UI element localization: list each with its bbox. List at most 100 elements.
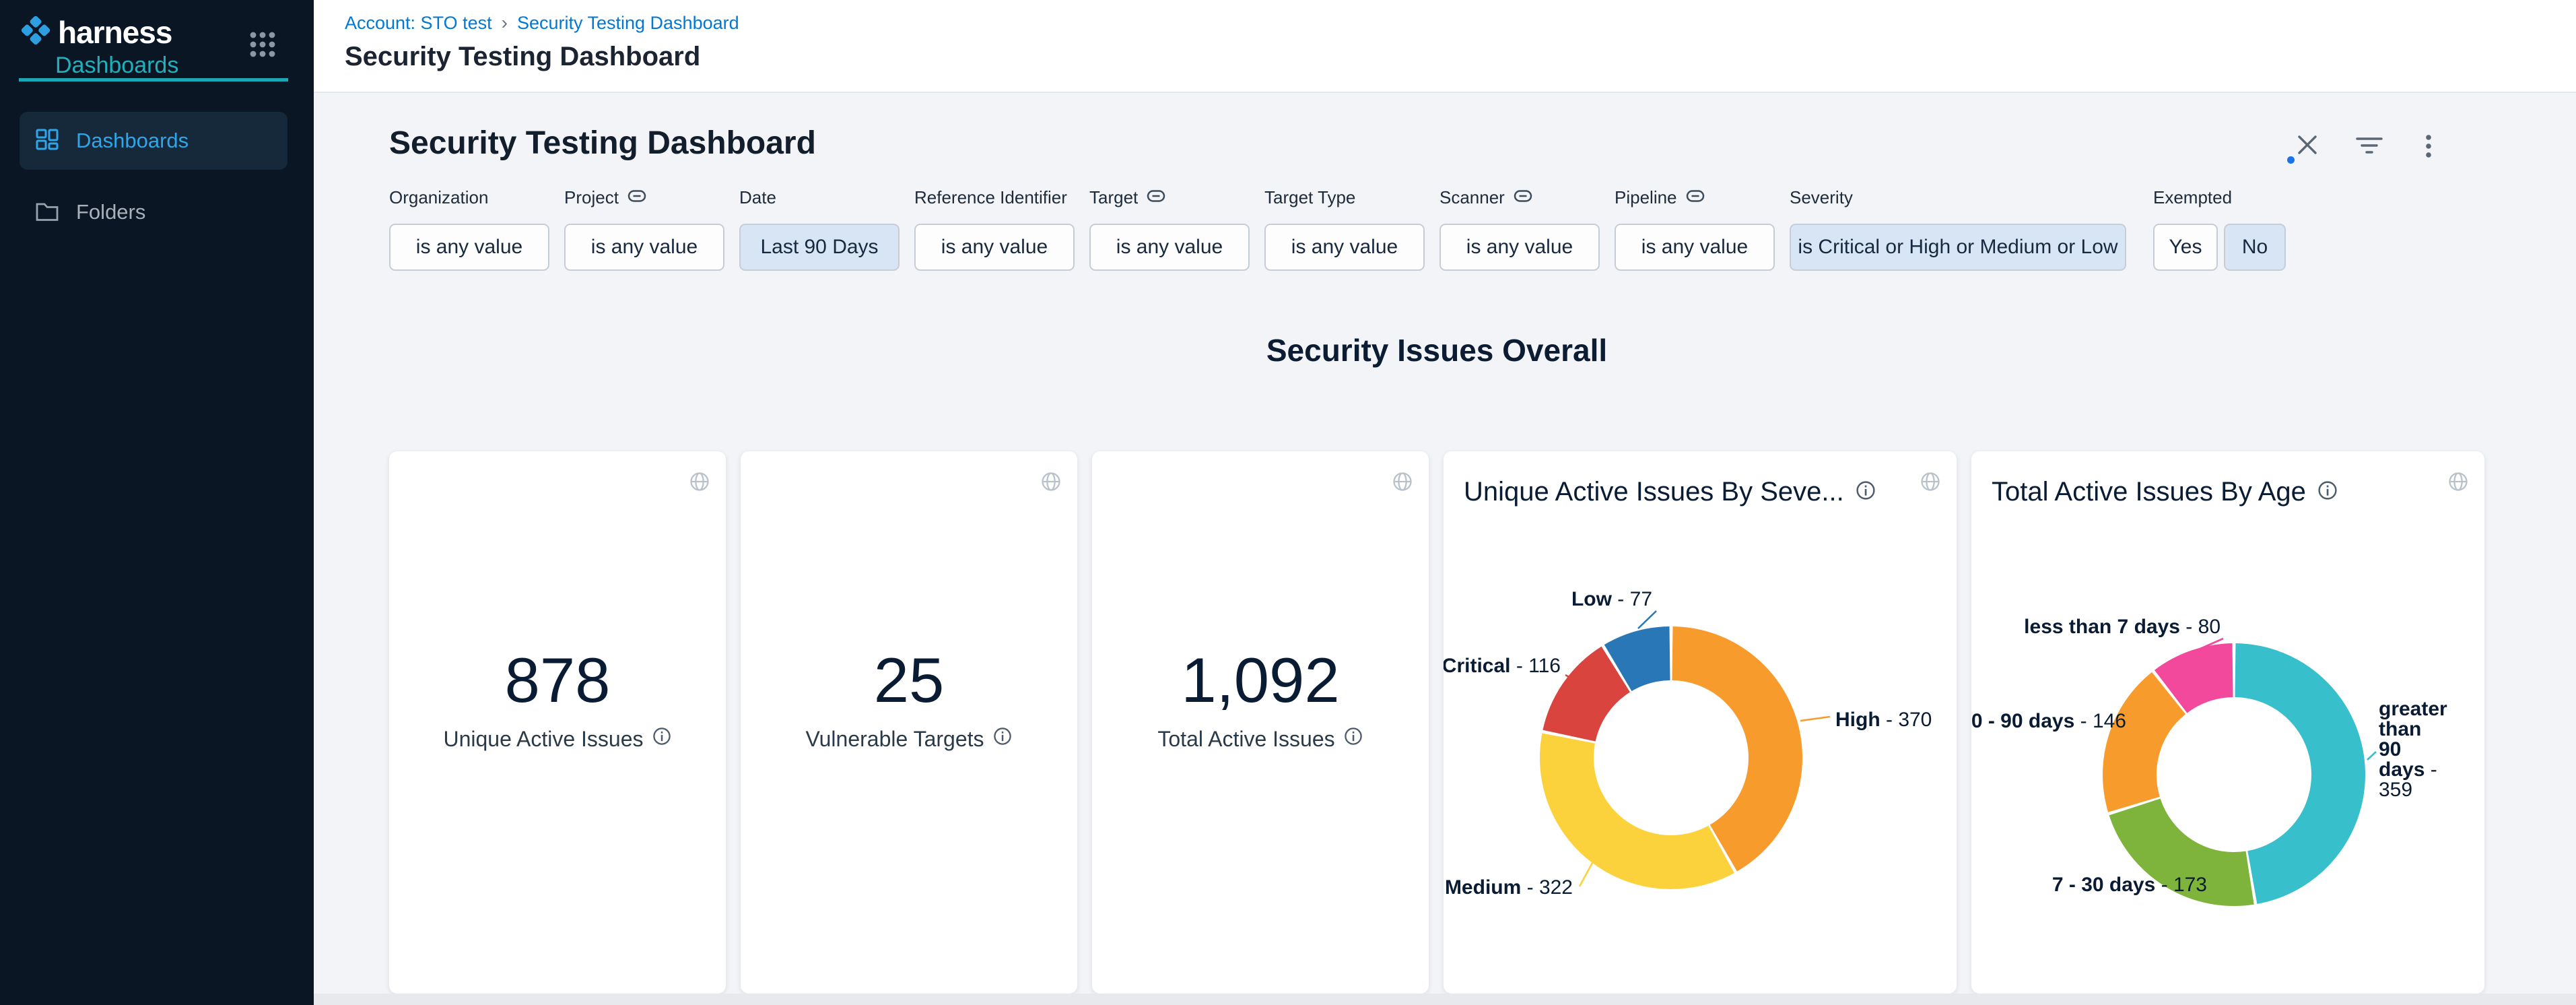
sidebar: harness Dashboards Dashboards	[0, 0, 314, 1005]
dashboards-icon	[34, 127, 60, 156]
filter-target: Target is any value	[1089, 187, 1250, 271]
filter-exempted: Exempted Yes No	[2153, 187, 2286, 271]
card-vulnerable-targets: 25 Vulnerable Targets	[741, 451, 1077, 994]
filter-value-target[interactable]: is any value	[1089, 224, 1250, 271]
cards-row: 878 Unique Active Issues 25 Vulnerable T…	[389, 451, 2484, 994]
leader-line	[2367, 752, 2376, 760]
harness-logo-icon	[19, 13, 53, 51]
card-issues-by-severity: Unique Active Issues By Seve... High - 3…	[1444, 451, 1957, 994]
donut-label-value: 359	[2379, 779, 2412, 801]
breadcrumb-separator: ›	[502, 12, 508, 34]
filter-label: Reference Identifier	[914, 187, 1067, 208]
donut-label: 7 - 30 days - 173	[2052, 874, 2207, 896]
filter-value-severity[interactable]: is Critical or High or Medium or Low	[1790, 224, 2126, 271]
close-icon[interactable]	[2295, 133, 2319, 157]
app-root: harness Dashboards Dashboards	[0, 0, 2576, 1005]
metric-value: 25	[741, 649, 1077, 712]
top-header: Account: STO test › Security Testing Das…	[314, 0, 2576, 93]
info-icon[interactable]	[652, 726, 672, 752]
filter-reference-identifier: Reference Identifier is any value	[914, 187, 1075, 271]
info-icon[interactable]	[1343, 726, 1363, 752]
sidebar-item-dashboards[interactable]: Dashboards	[20, 112, 287, 170]
section-title: Security Issues Overall	[389, 331, 2484, 369]
filter-value-pipeline[interactable]: is any value	[1615, 224, 1775, 271]
panel-actions	[2295, 133, 2441, 157]
donut-label: 30 - 90 days - 146	[1971, 710, 2126, 732]
linked-filter-icon	[1513, 188, 1533, 207]
filter-value-date[interactable]: Last 90 Days	[739, 224, 900, 271]
module-name: Dashboards	[55, 53, 178, 79]
donut-label: Critical - 116	[1444, 655, 1561, 677]
sidebar-divider	[19, 78, 288, 82]
info-icon[interactable]	[992, 726, 1013, 752]
filter-value-target-type[interactable]: is any value	[1264, 224, 1425, 271]
filter-label: Scanner	[1439, 187, 1505, 208]
filter-label: Target	[1089, 187, 1138, 208]
metric-value: 1,092	[1092, 649, 1429, 712]
filter-label: Organization	[389, 187, 488, 208]
sidebar-item-label: Dashboards	[76, 129, 189, 153]
sidebar-item-folders[interactable]: Folders	[20, 183, 287, 241]
severity-donut-chart[interactable]: High - 370 Medium - 322 Critical - 116 Low …	[1444, 451, 1957, 994]
breadcrumb-dashboard-link[interactable]: Security Testing Dashboard	[517, 13, 739, 34]
leader-line	[1638, 611, 1656, 628]
filter-value-scanner[interactable]: is any value	[1439, 224, 1600, 271]
filter-label: Severity	[1790, 187, 1853, 208]
kebab-menu-icon[interactable]	[2416, 133, 2441, 157]
filter-bar: Organization is any value Project is any va…	[389, 187, 2301, 271]
filter-label: Exempted	[2153, 187, 2232, 208]
donut-label: days -	[2379, 758, 2437, 781]
filter-value-project[interactable]: is any value	[564, 224, 724, 271]
sidebar-item-label: Folders	[76, 200, 145, 224]
globe-icon[interactable]	[1040, 470, 1062, 496]
filter-value-reference-identifier[interactable]: is any value	[914, 224, 1075, 271]
bottom-strip	[314, 994, 2576, 1005]
filter-project: Project is any value	[564, 187, 724, 271]
filter-target-type: Target Type is any value	[1264, 187, 1425, 271]
linked-filter-icon	[627, 188, 647, 207]
filter-label: Project	[564, 187, 619, 208]
card-total-active-issues: 1,092 Total Active Issues	[1092, 451, 1429, 994]
donut-label: Low - 77	[1571, 588, 1652, 610]
metric-value: 878	[389, 649, 726, 712]
age-donut-chart[interactable]: greaterthan90days -359 7 - 30 days - 173 3…	[1971, 451, 2484, 994]
exempted-no-button[interactable]: No	[2224, 224, 2286, 271]
donut-label: less than 7 days - 80	[2024, 616, 2221, 638]
linked-filter-icon	[1146, 188, 1166, 207]
folder-icon	[34, 199, 60, 226]
leader-line	[1800, 717, 1830, 721]
globe-icon[interactable]	[688, 470, 711, 496]
brand[interactable]: harness	[19, 13, 172, 51]
dashboard-panel-title: Security Testing Dashboard	[389, 124, 816, 163]
linked-filter-icon	[1685, 188, 1705, 207]
breadcrumb-account-link[interactable]: Account: STO test	[345, 13, 492, 34]
card-issues-by-age: Total Active Issues By Age greaterthan90…	[1971, 451, 2484, 994]
metric-label: Unique Active Issues	[389, 726, 726, 752]
donut-label: than	[2379, 718, 2421, 740]
donut-label: 90	[2379, 738, 2401, 760]
filter-organization: Organization is any value	[389, 187, 549, 271]
filter-label: Date	[739, 187, 776, 208]
filter-pipeline: Pipelineis any value	[1615, 187, 1775, 271]
cursor-dot	[2287, 156, 2295, 164]
leader-line	[1580, 862, 1593, 886]
apps-grid-icon[interactable]	[248, 30, 277, 63]
donut-label: greater	[2379, 698, 2447, 720]
filter-label: Target Type	[1264, 187, 1355, 208]
dashboard-main: Security Testing Dashboard Orga	[314, 93, 2576, 1005]
filter-value-organization[interactable]: is any value	[389, 224, 549, 271]
card-unique-active-issues: 878 Unique Active Issues	[389, 451, 726, 994]
metric-label: Vulnerable Targets	[741, 726, 1077, 752]
filter-scanner: Scanner is any value	[1439, 187, 1600, 271]
globe-icon[interactable]	[1391, 470, 1414, 496]
donut-label: Medium - 322	[1445, 876, 1573, 899]
filter-icon[interactable]	[2356, 133, 2380, 157]
filter-date: Date Last 90 Days	[739, 187, 900, 271]
brand-name: harness	[58, 14, 172, 51]
exempted-yes-button[interactable]: Yes	[2153, 224, 2218, 271]
page-title: Security Testing Dashboard	[345, 42, 700, 72]
filter-severity: Severity is Critical or High or Medium or…	[1790, 187, 2126, 271]
donut-label: High - 370	[1835, 709, 1932, 731]
metric-label: Total Active Issues	[1092, 726, 1429, 752]
breadcrumb: Account: STO test › Security Testing Das…	[345, 12, 739, 34]
